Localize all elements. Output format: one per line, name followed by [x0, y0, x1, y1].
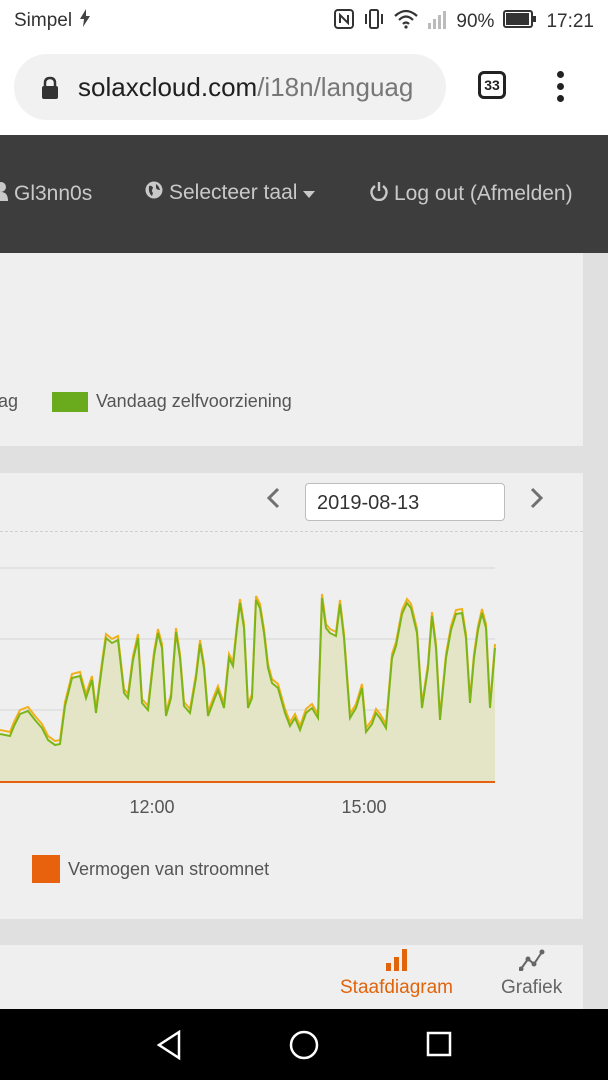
legend-item-selfsufficiency[interactable]: Vandaag zelfvoorziening — [52, 391, 292, 412]
nav-user-label: Gl3nn0s — [14, 182, 93, 205]
legend-partial-label: ag — [0, 391, 19, 411]
user-icon — [0, 181, 8, 207]
tab-switcher-button[interactable]: 33 — [478, 71, 506, 99]
date-input[interactable]: 2019-08-13 — [305, 483, 505, 521]
caret-down-icon — [303, 181, 316, 205]
power-chart-panel: 2019-08-13 12:00 15:00 Vermogen van stro… — [0, 473, 583, 919]
nav-logout[interactable]: Log out (Afmelden) — [370, 181, 573, 207]
browser-menu-icon[interactable] — [552, 71, 568, 107]
legend-grid-power-label: Vermogen van stroomnet — [68, 858, 270, 879]
charging-bolt-icon — [80, 9, 91, 33]
android-nav-bar — [0, 1009, 608, 1080]
browser-toolbar: solaxcloud.com/i18n/languag 33 — [0, 40, 608, 135]
legend-item-grid-power[interactable]: Vermogen van stroomnet — [32, 855, 269, 883]
globe-icon — [145, 181, 163, 205]
url-domain: solaxcloud.com — [78, 72, 258, 102]
bar-chart-button[interactable]: Staafdiagram — [340, 949, 453, 999]
clock: 17:21 — [546, 11, 594, 32]
line-chart-button[interactable]: Grafiek — [501, 949, 562, 999]
chart-type-toolbar: Staafdiagram Grafiek — [0, 945, 583, 1011]
legend-swatch-orange — [32, 855, 60, 883]
recents-square-icon[interactable] — [426, 1031, 452, 1062]
divider — [0, 531, 583, 532]
power-icon — [370, 181, 388, 207]
power-chart[interactable]: 12:00 15:00 — [0, 548, 583, 838]
legend-selfsufficiency-label: Vandaag zelfvoorziening — [96, 391, 292, 411]
legend-swatch-green — [52, 391, 88, 412]
url-bar[interactable]: solaxcloud.com/i18n/languag — [14, 54, 446, 120]
lock-icon — [40, 76, 60, 105]
prev-date-chevron-icon[interactable] — [266, 487, 280, 513]
url-path: /i18n/languag — [257, 72, 414, 102]
bar-chart-label: Staafdiagram — [340, 977, 454, 998]
battery-percent: 90% — [456, 11, 495, 32]
bar-chart-icon — [340, 949, 453, 977]
status-left: Simpel — [14, 9, 91, 33]
nav-logout-label: Log out (Afmelden) — [394, 182, 573, 205]
status-right: 90% 17:21 — [334, 9, 594, 35]
nav-user[interactable]: Gl3nn0s — [0, 181, 92, 207]
battery-icon — [503, 10, 537, 34]
nav-language-label: Selecteer taal — [169, 181, 298, 204]
android-status-bar: Simpel 90% 17:21 — [0, 0, 608, 40]
summary-panel: ag Vandaag zelfvoorziening — [0, 253, 583, 446]
nfc-icon — [334, 9, 355, 35]
carrier-name: Simpel — [14, 10, 73, 31]
legend-item-partial[interactable]: ag — [0, 391, 18, 412]
nav-language-dropdown[interactable]: Selecteer taal — [145, 181, 316, 205]
wifi-icon — [394, 9, 419, 35]
line-chart-icon — [501, 949, 562, 977]
line-chart-label: Grafiek — [501, 977, 563, 998]
back-triangle-icon[interactable] — [156, 1029, 182, 1065]
next-date-chevron-icon[interactable] — [530, 487, 544, 513]
site-navbar: Gl3nn0s Selecteer taal Log out (Afmelden… — [0, 135, 608, 253]
vibrate-icon — [363, 9, 385, 35]
signal-icon — [427, 9, 447, 35]
home-circle-icon[interactable] — [289, 1030, 319, 1065]
x-tick-label: 12:00 — [129, 797, 174, 817]
x-tick-label: 15:00 — [341, 797, 386, 817]
url-text: solaxcloud.com/i18n/languag — [78, 72, 413, 103]
